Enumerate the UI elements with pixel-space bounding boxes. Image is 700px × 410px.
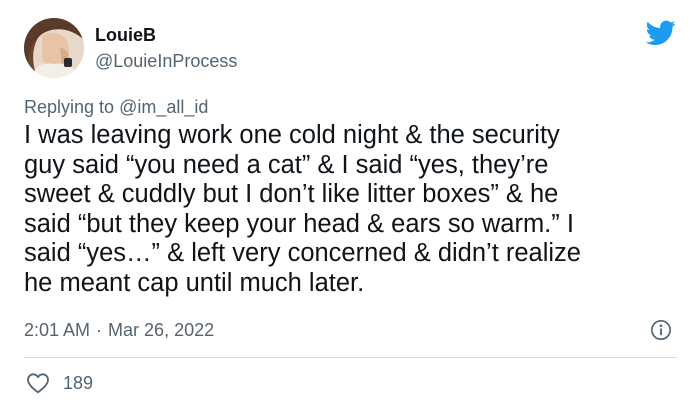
avatar-image [24, 18, 84, 78]
heart-icon[interactable] [26, 372, 50, 394]
tweet-timestamp[interactable]: 2:01 AM · Mar 26, 2022 [24, 318, 214, 342]
divider [24, 357, 677, 358]
user-handle[interactable]: @LouieInProcess [95, 50, 237, 72]
tweet-text-line: I was leaving work one cold night & the … [24, 121, 560, 149]
tweet-text-line: sweet & cuddly but I don’t like litter b… [24, 180, 559, 208]
tweet-date: Mar 26, 2022 [108, 320, 215, 340]
avatar[interactable] [24, 18, 84, 78]
display-name[interactable]: LouieB [95, 24, 156, 46]
tweet-text: I was leaving work one cold night & the … [24, 121, 684, 298]
twitter-bird-icon[interactable] [646, 20, 676, 46]
reply-prefix: Replying to [24, 97, 115, 117]
tweet-text-line: said “but they keep your head & ears so … [24, 209, 574, 238]
tweet-time: 2:01 AM [24, 320, 91, 340]
reply-context: Replying to @im_all_id [24, 95, 208, 119]
tweet-text-line: said “yes…” & left very concerned & didn… [24, 239, 581, 267]
tweet-text-line: guy said “you need a cat” & I said “yes,… [24, 150, 549, 179]
reply-mention-link[interactable]: @im_all_id [119, 97, 208, 117]
info-icon[interactable] [650, 319, 672, 341]
tweet-text-line: he meant cap until much later. [24, 268, 365, 297]
like-count: 189 [63, 373, 94, 393]
meta-separator: · [96, 320, 103, 340]
